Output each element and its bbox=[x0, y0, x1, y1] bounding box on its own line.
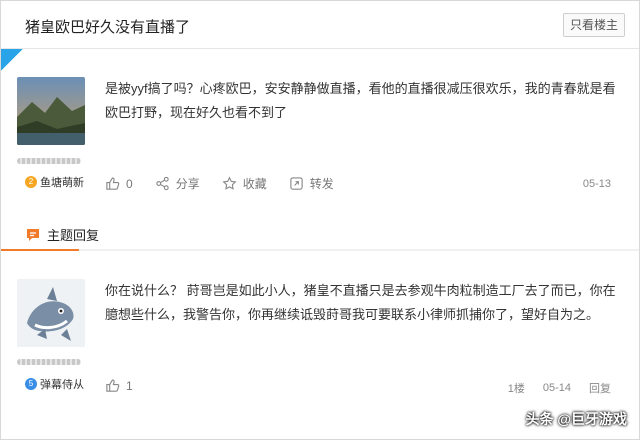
reply-item: 5 弹幕侍从 你在说什么？ 莳哥岂是如此小人，猪皇不直播只是去参观牛肉粒制造工厂… bbox=[1, 263, 639, 403]
reply-floor: 1楼 bbox=[507, 383, 525, 395]
section-divider bbox=[1, 249, 639, 251]
forward-label: 转发 bbox=[309, 177, 334, 191]
user-badge-blurred bbox=[17, 158, 81, 164]
comment-icon bbox=[27, 228, 39, 241]
star-icon bbox=[222, 176, 237, 190]
reply-content: 你在说什么？ 莳哥岂是如此小人，猪皇不直播只是去参观牛肉粒制造工厂去了而已，你在… bbox=[105, 283, 616, 322]
post-meta: 05-13 bbox=[583, 178, 611, 190]
like-button[interactable]: 0 bbox=[105, 176, 133, 191]
avatar[interactable] bbox=[17, 77, 85, 145]
reply-like-count: 1 bbox=[126, 378, 133, 393]
reply-author-name: 弹幕侍从 bbox=[40, 379, 84, 391]
thumbs-up-icon bbox=[106, 177, 120, 190]
reply-date: 05-14 bbox=[542, 382, 571, 394]
share-button[interactable]: 分享 bbox=[155, 175, 200, 192]
reply-author[interactable]: 5 弹幕侍从 bbox=[25, 376, 84, 392]
thread-header: 猪皇欧巴好久没有直播了 只看楼主 bbox=[1, 1, 639, 49]
only-op-button[interactable]: 只看楼主 bbox=[562, 13, 625, 37]
thread-title: 猪皇欧巴好久没有直播了 bbox=[25, 19, 191, 36]
post-author[interactable]: 2 鱼塘萌新 bbox=[25, 174, 84, 190]
level-badge-icon: 5 bbox=[25, 378, 37, 390]
thumbs-up-icon bbox=[106, 379, 120, 392]
share-icon bbox=[156, 176, 169, 191]
reply-actions: 1 bbox=[105, 378, 155, 393]
post-content: 是被yyf搞了吗？心疼欧巴，安安静静做直播，看他的直播很减压很欢乐，我的青春就是… bbox=[105, 81, 616, 120]
like-count: 0 bbox=[126, 176, 133, 191]
reply-meta: 1楼 05-14 回复 bbox=[508, 380, 611, 396]
replies-section-header: 主题回复 bbox=[25, 225, 99, 244]
post-author-name: 鱼塘萌新 bbox=[40, 177, 84, 189]
reply-user-badge-blurred bbox=[17, 359, 81, 365]
forward-icon bbox=[290, 177, 303, 190]
favorite-button[interactable]: 收藏 bbox=[222, 175, 267, 192]
forward-button[interactable]: 转发 bbox=[289, 175, 334, 192]
post-date: 05-13 bbox=[582, 178, 611, 190]
original-post: 2 鱼塘萌新 是被yyf搞了吗？心疼欧巴，安安静静做直播，看他的直播很减压很欢乐… bbox=[1, 49, 639, 219]
post-actions: 0 分享 收藏 转发 bbox=[105, 175, 356, 192]
replies-section-title: 主题回复 bbox=[47, 228, 100, 243]
level-badge-icon: 2 bbox=[25, 176, 37, 188]
reply-button[interactable]: 回复 bbox=[589, 380, 611, 396]
favorite-label: 收藏 bbox=[242, 177, 267, 191]
source-watermark: 头条 @巨牙游戏 bbox=[525, 411, 627, 427]
share-label: 分享 bbox=[175, 177, 200, 191]
reply-avatar[interactable] bbox=[17, 279, 85, 347]
reply-like-button[interactable]: 1 bbox=[105, 378, 133, 393]
